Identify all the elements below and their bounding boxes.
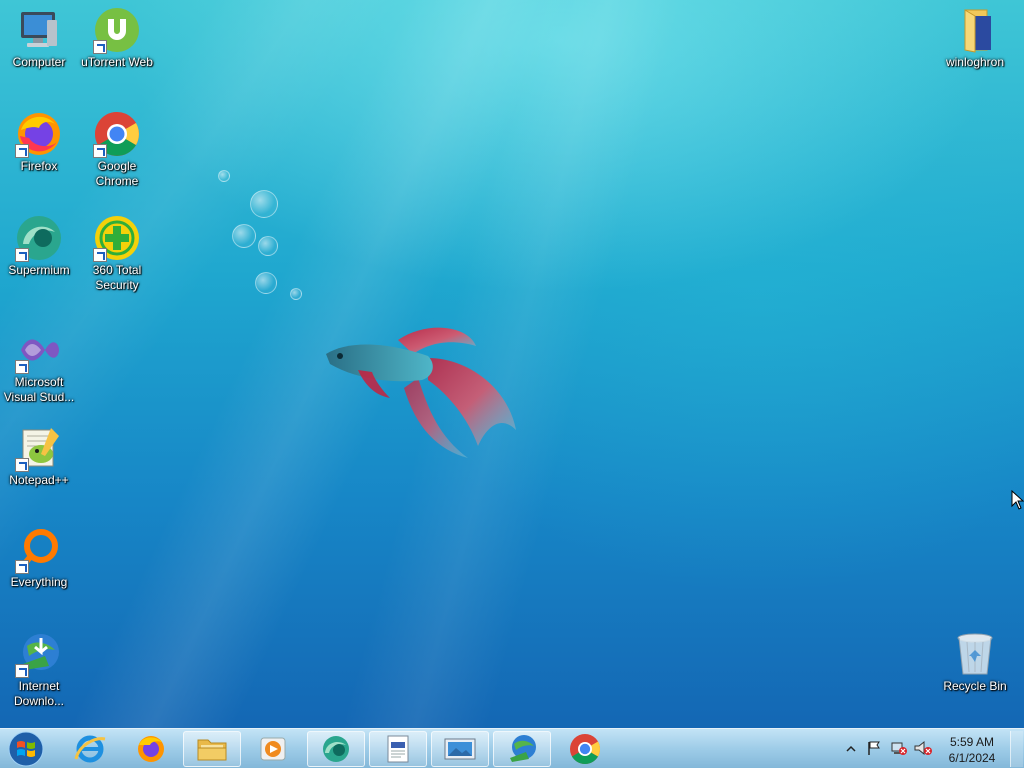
folder-icon	[197, 739, 227, 761]
system-clock[interactable]: 5:59 AM 6/1/2024	[940, 734, 1004, 766]
desktop-icon-recycle-bin[interactable]: Recycle Bin	[936, 630, 1014, 694]
desktop-icon-label: Microsoft Visual Stud...	[3, 375, 75, 404]
shortcut-arrow-icon	[15, 360, 29, 374]
firefox-icon	[138, 736, 164, 762]
desktop-icon-label: Notepad++	[9, 473, 69, 487]
taskbar-item-supermium[interactable]	[307, 731, 365, 767]
desktop-icon-label: Google Chrome	[95, 159, 139, 188]
taskbar-item-internet-download-manager[interactable]	[493, 731, 551, 767]
clock-date: 6/1/2024	[948, 751, 996, 765]
idm-icon	[15, 630, 63, 678]
taskbar-item-internet-explorer[interactable]	[61, 731, 119, 767]
desktop-icon-label: Everything	[10, 575, 68, 589]
taskbar: 5:59 AM 6/1/2024	[0, 728, 1024, 768]
shortcut-arrow-icon	[15, 560, 29, 574]
visual-studio-icon	[15, 326, 63, 374]
desktop: Computer uTorrent Web Firefox Google Chr…	[0, 0, 1024, 728]
show-hidden-icons-icon[interactable]	[845, 743, 857, 755]
shortcut-arrow-icon	[15, 144, 29, 158]
chrome-icon	[570, 734, 601, 765]
desktop-icon-internet-download-manager[interactable]: Internet Downlo...	[0, 630, 78, 709]
bubble	[290, 288, 302, 300]
volume-muted-icon[interactable]	[913, 740, 933, 756]
shortcut-arrow-icon	[93, 40, 107, 54]
desktop-icon-label: Computer	[12, 55, 66, 69]
recycle-bin-icon	[951, 630, 999, 678]
desktop-icon-label: Firefox	[20, 159, 58, 173]
desktop-icon-google-chrome[interactable]: Google Chrome	[78, 110, 156, 189]
ie-icon	[74, 735, 106, 763]
taskbar-item-document-viewer[interactable]	[369, 731, 427, 767]
desktop-icon-utorrent-web[interactable]: uTorrent Web	[78, 6, 156, 70]
show-desktop-button[interactable]	[1010, 731, 1023, 767]
clock-time: 5:59 AM	[949, 735, 995, 749]
desktop-icon-360-total-security[interactable]: 360 Total Security	[78, 214, 156, 293]
shortcut-arrow-icon	[93, 248, 107, 262]
desktop-icon-label: 360 Total Security	[92, 263, 142, 292]
picture-icon	[444, 738, 476, 760]
supermium-icon	[323, 736, 349, 762]
taskbar-item-google-chrome[interactable]	[556, 731, 614, 767]
shortcut-arrow-icon	[15, 458, 29, 472]
idm-icon	[510, 735, 536, 762]
taskbar-item-image-viewer[interactable]	[431, 731, 489, 767]
everything-icon	[15, 526, 63, 574]
betta-fish-wallpaper	[326, 327, 516, 458]
mouse-cursor-icon	[1011, 490, 1024, 510]
shortcut-arrow-icon	[93, 144, 107, 158]
bubble	[232, 224, 256, 248]
desktop-icon-folder-winloghron[interactable]: winloghron	[936, 6, 1014, 70]
shortcut-arrow-icon	[15, 248, 29, 262]
utorrent-icon	[93, 6, 141, 54]
desktop-icon-label: Supermium	[8, 263, 70, 277]
desktop-icon-label: winloghron	[945, 55, 1005, 69]
desktop-icon-supermium[interactable]: Supermium	[0, 214, 78, 278]
network-icon[interactable]	[890, 740, 908, 756]
360-security-icon	[93, 214, 141, 262]
document-icon	[387, 735, 409, 763]
desktop-icon-visual-studio[interactable]: Microsoft Visual Stud...	[0, 326, 78, 405]
bubble	[255, 272, 277, 294]
chrome-icon	[93, 110, 141, 158]
taskbar-item-file-explorer[interactable]	[183, 731, 241, 767]
bubble	[218, 170, 230, 182]
taskbar-item-firefox[interactable]	[122, 731, 180, 767]
desktop-icon-label: Recycle Bin	[943, 679, 1007, 693]
desktop-icon-computer[interactable]: Computer	[0, 6, 78, 70]
bubble	[250, 190, 278, 218]
firefox-icon	[15, 110, 63, 158]
media-player-icon	[260, 737, 286, 761]
desktop-icon-notepad-plus-plus[interactable]: Notepad++	[0, 424, 78, 488]
notepadpp-icon	[15, 424, 63, 472]
desktop-icon-label: Internet Downlo...	[13, 679, 65, 708]
start-button[interactable]	[6, 731, 46, 767]
windows-start-icon	[8, 731, 44, 767]
folder-icon	[951, 6, 999, 54]
desktop-icon-firefox[interactable]: Firefox	[0, 110, 78, 174]
desktop-icon-label: uTorrent Web	[81, 55, 153, 69]
taskbar-item-media-player[interactable]	[244, 731, 302, 767]
shortcut-arrow-icon	[15, 664, 29, 678]
bubble	[258, 236, 278, 256]
action-center-flag-icon[interactable]	[866, 740, 882, 756]
computer-icon	[15, 6, 63, 54]
supermium-icon	[15, 214, 63, 262]
desktop-icon-everything[interactable]: Everything	[0, 526, 78, 590]
